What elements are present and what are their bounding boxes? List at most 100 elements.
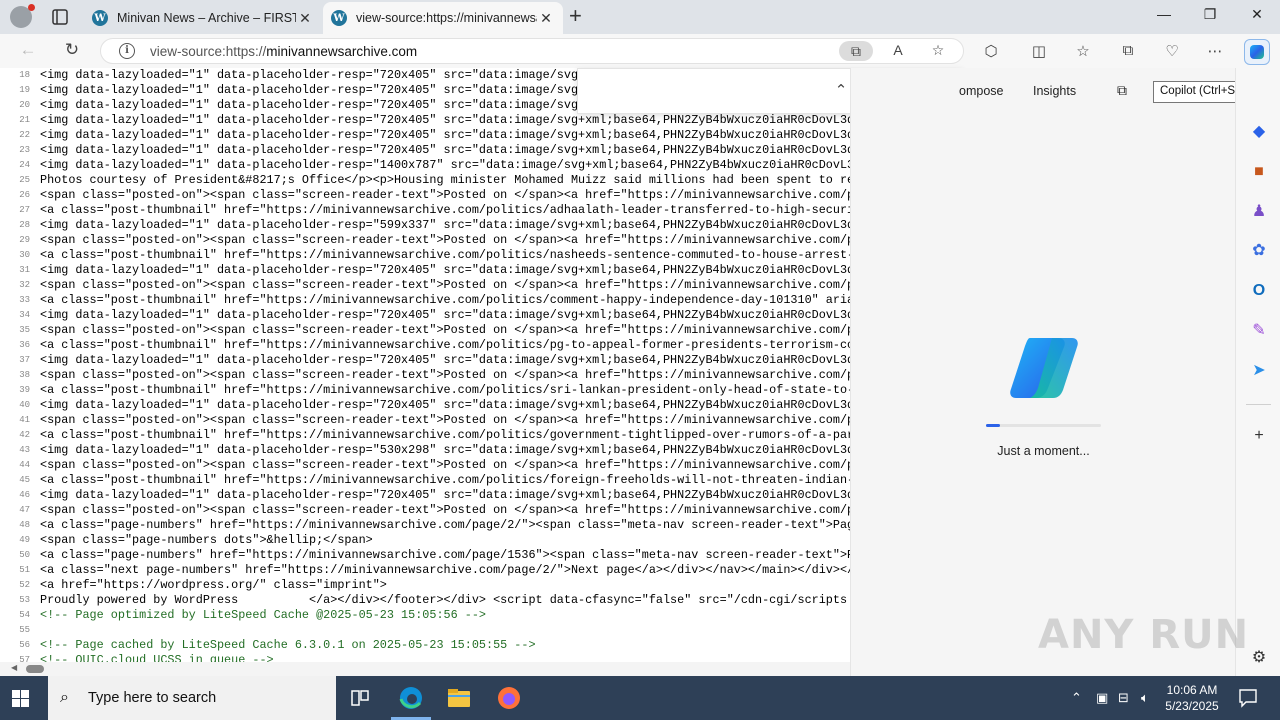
- close-window-button[interactable]: ✕: [1245, 6, 1269, 23]
- source-line-text[interactable]: <!-- Page cached by LiteSpeed Cache 6.3.…: [40, 638, 536, 653]
- source-line-text[interactable]: <a class="next page-numbers" href="https…: [40, 563, 850, 578]
- source-line-text[interactable]: <a class="post-thumbnail" href="https://…: [40, 383, 850, 398]
- back-button[interactable]: ←: [17, 40, 39, 60]
- outlook-icon[interactable]: O: [1249, 281, 1269, 301]
- tools-icon[interactable]: ■: [1249, 162, 1269, 182]
- start-button[interactable]: [12, 690, 29, 707]
- refresh-button[interactable]: ↻: [61, 40, 83, 60]
- site-info-icon[interactable]: i: [119, 43, 135, 59]
- horizontal-scrollbar[interactable]: ◀: [0, 662, 850, 676]
- source-line-text[interactable]: <img data-lazyloaded="1" data-placeholde…: [40, 488, 850, 503]
- source-line-text[interactable]: <!-- Page optimized by LiteSpeed Cache @…: [40, 608, 486, 623]
- source-line-text[interactable]: <a class="post-thumbnail" href="https://…: [40, 428, 850, 443]
- source-line-text[interactable]: <img data-lazyloaded="1" data-placeholde…: [40, 263, 850, 278]
- restore-button[interactable]: ❐: [1198, 6, 1222, 23]
- source-line-text[interactable]: <img data-lazyloaded="1" data-placeholde…: [40, 308, 850, 323]
- source-line-text[interactable]: <span class="posted-on"><span class="scr…: [40, 278, 850, 293]
- line-number: 24: [19, 160, 30, 170]
- edge-browser-icon[interactable]: [399, 686, 423, 710]
- source-line-text[interactable]: <img data-lazyloaded="1" data-placeholde…: [40, 83, 578, 98]
- source-line-text[interactable]: <span class="posted-on"><span class="scr…: [40, 233, 850, 248]
- firefox-icon[interactable]: [497, 686, 521, 710]
- tab-view-source[interactable]: W view-source:https://minivannewsarchive…: [323, 2, 563, 34]
- source-line-text[interactable]: <img data-lazyloaded="1" data-placeholde…: [40, 143, 850, 158]
- new-tab-button[interactable]: +: [569, 5, 582, 27]
- source-line-text[interactable]: <span class="posted-on"><span class="scr…: [40, 368, 850, 383]
- copilot-logo-icon: [1010, 338, 1078, 398]
- source-line-text[interactable]: <span class="posted-on"><span class="scr…: [40, 323, 850, 338]
- show-hidden-icons-icon[interactable]: ⌃: [1071, 690, 1082, 706]
- find-previous-icon[interactable]: ⌃: [830, 81, 852, 103]
- extensions-icon[interactable]: ⬡: [981, 42, 1001, 60]
- taskbar-search[interactable]: ⌕ Type here to search: [48, 676, 336, 720]
- search-placeholder: Type here to search: [88, 690, 217, 706]
- tab-insights[interactable]: Insights: [1033, 84, 1076, 98]
- source-line-text[interactable]: Photos courtesy of President&#8217;s Off…: [40, 173, 850, 188]
- system-clock[interactable]: 10:06 AM 5/23/2025: [1162, 682, 1222, 714]
- source-line-text[interactable]: <span class="posted-on"><span class="scr…: [40, 458, 850, 473]
- source-line-text[interactable]: <span class="posted-on"><span class="scr…: [40, 503, 850, 518]
- line-number: 38: [19, 370, 30, 380]
- source-line-text[interactable]: <a class="post-thumbnail" href="https://…: [40, 473, 850, 488]
- source-line-text[interactable]: <img data-lazyloaded="1" data-placeholde…: [40, 218, 850, 233]
- browser-essentials-icon[interactable]: ♡: [1162, 42, 1182, 60]
- source-line-text[interactable]: <a class="post-thumbnail" href="https://…: [40, 338, 850, 353]
- source-line-text[interactable]: <img data-lazyloaded="1" data-placeholde…: [40, 353, 850, 368]
- collections-icon[interactable]: ⧉: [1118, 42, 1138, 59]
- source-line-text[interactable]: Proudly powered by WordPress </a></div><…: [40, 593, 847, 608]
- read-aloud-icon[interactable]: A: [888, 42, 908, 58]
- close-tab-icon[interactable]: ✕: [537, 10, 555, 27]
- favorites-icon[interactable]: ☆: [1073, 42, 1093, 60]
- microsoft-365-icon[interactable]: ✿: [1249, 241, 1269, 261]
- task-view-icon[interactable]: [348, 686, 372, 710]
- source-line-text[interactable]: <span class="page-numbers dots">&hellip;…: [40, 533, 373, 548]
- source-line-text[interactable]: <a class="post-thumbnail" href="https://…: [40, 293, 850, 308]
- games-icon[interactable]: ♟: [1249, 202, 1269, 222]
- source-line-text[interactable]: <img data-lazyloaded="1" data-placeholde…: [40, 158, 850, 173]
- tab-actions-icon[interactable]: [50, 7, 70, 27]
- volume-icon[interactable]: 🔈︎: [1141, 690, 1149, 706]
- scroll-left-icon[interactable]: ◀: [11, 663, 17, 672]
- source-line-text[interactable]: <img data-lazyloaded="1" data-placeholde…: [40, 98, 578, 113]
- add-icon[interactable]: +: [1249, 426, 1269, 446]
- source-line-text[interactable]: <img data-lazyloaded="1" data-placeholde…: [40, 398, 850, 413]
- app-available-icon[interactable]: ⧉: [839, 41, 873, 61]
- close-tab-icon[interactable]: ✕: [296, 10, 314, 27]
- tab-minivan-news[interactable]: W Minivan News – Archive – FIRST F ✕: [84, 2, 322, 34]
- source-line-text[interactable]: <img data-lazyloaded="1" data-placeholde…: [40, 443, 850, 458]
- source-code-view[interactable]: 18 <img data-lazyloaded="1" data-placehol…: [0, 68, 850, 662]
- source-line: 28 <img data-lazyloaded="1" data-placehol…: [0, 218, 850, 233]
- favorite-star-icon[interactable]: ☆: [928, 42, 948, 59]
- source-line-text[interactable]: <span class="posted-on"><span class="scr…: [40, 188, 850, 203]
- line-number: 26: [19, 190, 30, 200]
- send-icon[interactable]: ➤: [1249, 361, 1269, 381]
- copilot-button[interactable]: [1244, 39, 1270, 65]
- source-line-text[interactable]: <!-- QUIC.cloud UCSS in queue -->: [40, 653, 274, 662]
- open-in-new-icon[interactable]: ⧉: [1117, 82, 1127, 99]
- source-line-text[interactable]: <a class="post-thumbnail" href="https://…: [40, 203, 850, 218]
- tab-compose[interactable]: ompose: [959, 84, 1003, 98]
- source-line-text[interactable]: <a class="post-thumbnail" href="https://…: [40, 248, 850, 263]
- source-line: 27 <a class="post-thumbnail" href="https:…: [0, 203, 850, 218]
- wordpress-icon: W: [331, 10, 347, 26]
- address-bar[interactable]: i view-source:https://minivannewsarchive…: [100, 38, 964, 64]
- source-line-text[interactable]: <span class="posted-on"><span class="scr…: [40, 413, 850, 428]
- tab-strip: W Minivan News – Archive – FIRST F ✕ W v…: [0, 0, 1280, 34]
- minimize-button[interactable]: —: [1152, 6, 1176, 22]
- source-line-text[interactable]: <a class="page-numbers" href="https://mi…: [40, 548, 850, 563]
- split-screen-icon[interactable]: ◫: [1029, 42, 1049, 60]
- designer-icon[interactable]: ✎: [1249, 321, 1269, 341]
- settings-gear-icon[interactable]: ⚙: [1249, 648, 1269, 668]
- source-line-text[interactable]: <img data-lazyloaded="1" data-placeholde…: [40, 113, 850, 128]
- source-line-text[interactable]: <a href="https://wordpress.org/" class="…: [40, 578, 387, 593]
- source-line-text[interactable]: <img data-lazyloaded="1" data-placeholde…: [40, 128, 850, 143]
- tag-icon[interactable]: ◆: [1249, 122, 1269, 142]
- device-icon[interactable]: ▣: [1096, 690, 1108, 706]
- notifications-icon[interactable]: [1236, 686, 1260, 710]
- file-explorer-icon[interactable]: [447, 686, 471, 710]
- more-menu-icon[interactable]: ⋯: [1205, 42, 1225, 60]
- source-line-text[interactable]: <a class="page-numbers" href="https://mi…: [40, 518, 850, 533]
- url-text[interactable]: view-source:https://minivannewsarchive.c…: [150, 44, 417, 59]
- network-icon[interactable]: ⊟: [1118, 690, 1129, 706]
- scrollbar-thumb[interactable]: [26, 665, 44, 673]
